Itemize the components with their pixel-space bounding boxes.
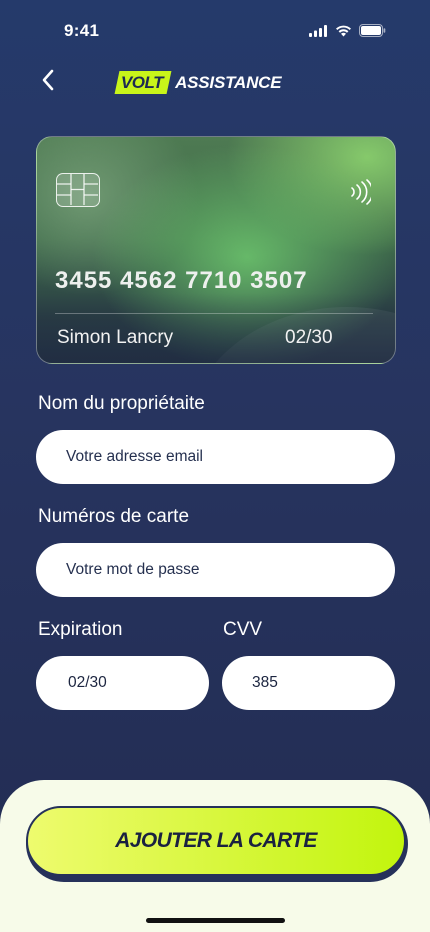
status-icons [309,24,386,42]
cvv-input[interactable] [222,656,395,710]
back-button[interactable] [36,68,60,96]
card-expiry: 02/30 [285,327,333,348]
wifi-icon [335,24,352,42]
card-number-input[interactable] [36,543,395,597]
owner-input[interactable] [36,430,395,484]
card-number: 3455 4562 7710 3507 [55,267,308,294]
header: VOLT ASSISTANCE [0,62,430,106]
home-indicator[interactable] [146,918,285,923]
cvv-label: CVV [223,619,263,640]
cellular-signal-icon [309,24,328,42]
battery-icon [359,24,386,42]
logo-badge: VOLT [114,71,172,94]
card-divider [55,313,373,314]
card-holder-name: Simon Lancry [57,327,174,348]
status-time: 9:41 [64,21,100,40]
status-bar: 9:41 [0,0,430,62]
add-card-button[interactable]: AJOUTER LA CARTE [26,806,406,876]
contactless-icon [349,179,374,210]
card-number-label: Numéros de carte [38,506,190,527]
expiration-input[interactable] [36,656,209,710]
owner-label: Nom du propriétaite [38,393,205,414]
credit-card-preview: 3455 4562 7710 3507 Simon Lancry 02/30 [36,136,396,364]
expiration-label: Expiration [38,619,123,640]
logo-text: ASSISTANCE [175,72,282,92]
chevron-left-icon [41,69,55,96]
card-chip-icon [56,173,100,207]
volt-assistance-logo: VOLT ASSISTANCE [114,71,282,94]
add-card-button-label: AJOUTER LA CARTE [115,829,317,852]
